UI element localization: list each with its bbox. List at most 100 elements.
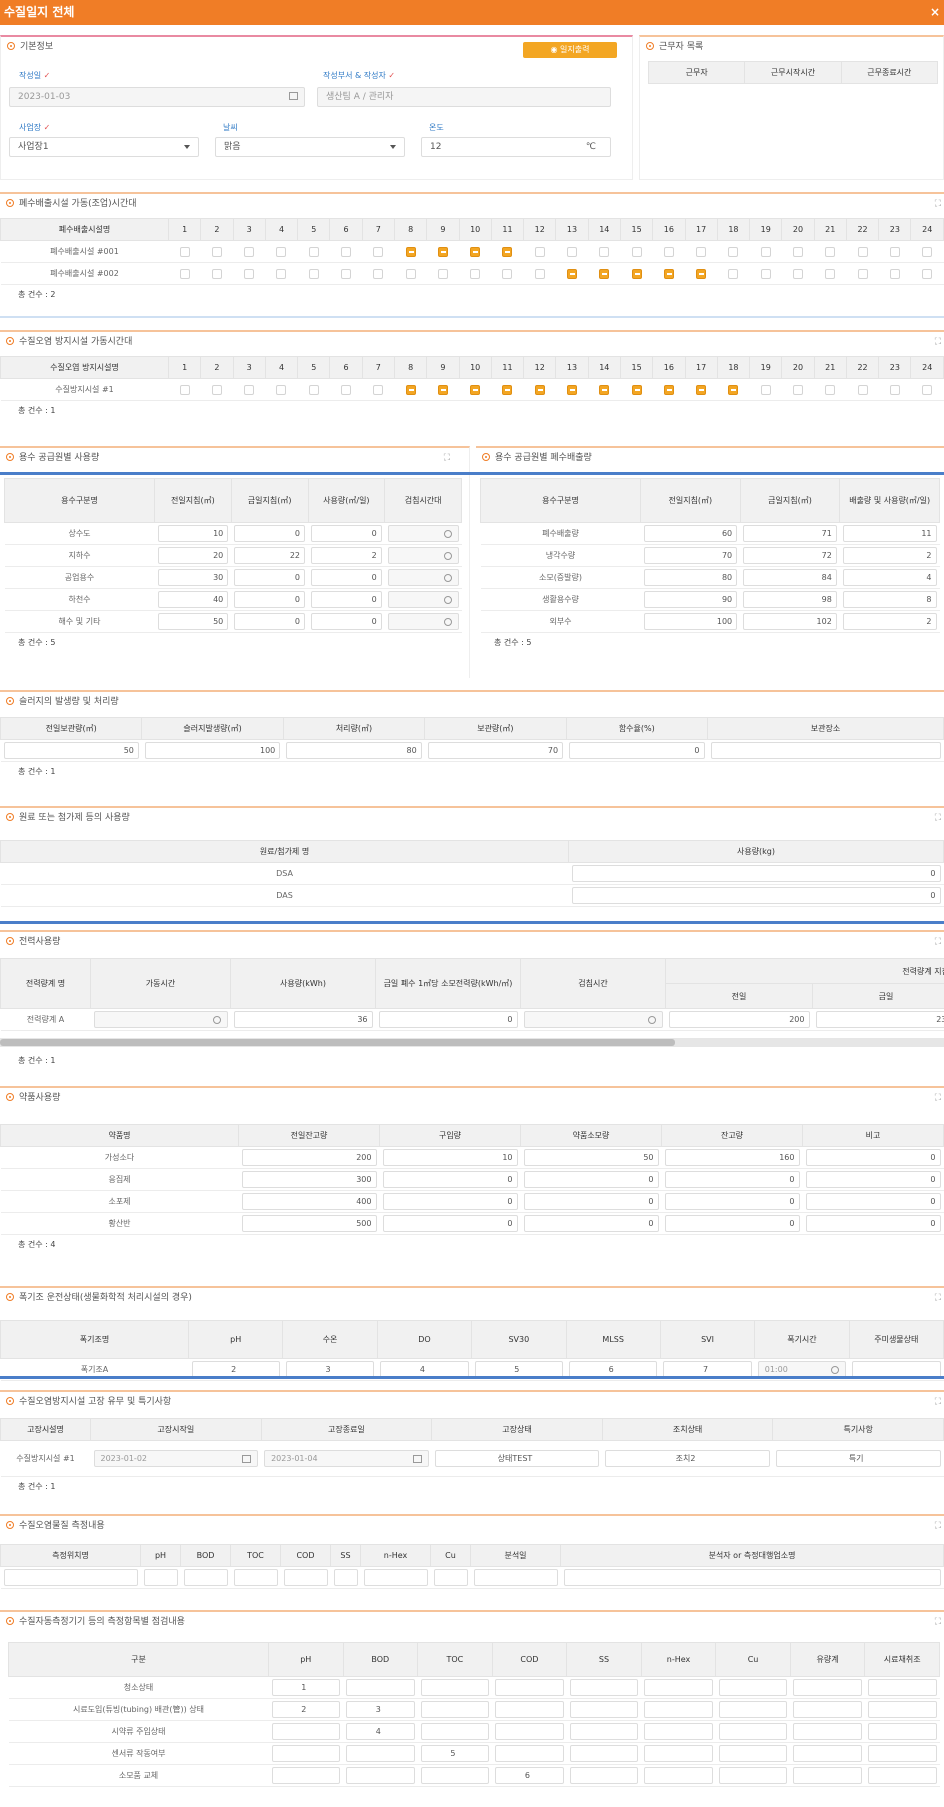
hour-checkbox[interactable] — [276, 268, 287, 279]
value-input[interactable]: 2 — [842, 547, 937, 564]
value-input[interactable] — [473, 1569, 558, 1586]
calendar-icon[interactable] — [412, 1455, 422, 1463]
value-input[interactable] — [718, 1745, 788, 1762]
value-input[interactable] — [346, 1745, 415, 1762]
value-input[interactable] — [569, 1767, 639, 1784]
hour-checkbox[interactable] — [308, 246, 319, 257]
value-input[interactable]: 50 — [523, 1149, 659, 1166]
hour-checkbox[interactable] — [437, 246, 448, 257]
hour-checkbox[interactable] — [889, 246, 900, 257]
date-input[interactable]: 2023-01-04 — [264, 1450, 429, 1467]
value-input[interactable]: 10 — [157, 525, 229, 542]
value-input[interactable]: 4 — [346, 1723, 415, 1740]
time-input[interactable] — [387, 613, 459, 630]
value-input[interactable]: 20 — [157, 547, 229, 564]
expand-icon[interactable]: ⛶ — [935, 1392, 941, 1412]
value-input[interactable] — [718, 1701, 788, 1718]
value-input[interactable]: 70 — [427, 742, 564, 759]
value-input[interactable]: 90 — [643, 591, 738, 608]
value-input[interactable]: 80 — [286, 742, 422, 759]
value-input[interactable]: 0 — [234, 613, 305, 630]
hour-checkbox[interactable] — [276, 384, 287, 395]
value-input[interactable]: 0 — [664, 1215, 800, 1232]
hour-checkbox[interactable] — [825, 246, 836, 257]
value-input[interactable]: 8 — [842, 591, 937, 608]
hour-checkbox[interactable] — [889, 384, 900, 395]
hour-checkbox[interactable] — [405, 384, 416, 395]
hour-checkbox[interactable] — [631, 246, 642, 257]
hour-checkbox[interactable] — [728, 268, 739, 279]
value-input[interactable]: 0 — [234, 569, 305, 586]
value-input[interactable]: 0 — [664, 1193, 800, 1210]
hour-checkbox[interactable] — [437, 384, 448, 395]
hour-checkbox[interactable] — [792, 246, 803, 257]
value-input[interactable] — [271, 1767, 341, 1784]
value-input[interactable] — [420, 1723, 490, 1740]
value-input[interactable] — [793, 1723, 862, 1740]
hour-checkbox[interactable] — [696, 268, 707, 279]
value-input[interactable] — [563, 1569, 941, 1586]
clock-icon[interactable] — [831, 1366, 840, 1374]
value-input[interactable]: 0 — [311, 613, 382, 630]
hour-checkbox[interactable] — [211, 384, 222, 395]
time-input[interactable] — [387, 591, 459, 608]
value-input[interactable]: 2 — [842, 613, 937, 630]
hour-checkbox[interactable] — [857, 268, 868, 279]
date-input[interactable]: 2023-01-03 — [9, 87, 305, 107]
hour-checkbox[interactable] — [696, 246, 707, 257]
value-input[interactable] — [495, 1745, 564, 1762]
hour-checkbox[interactable] — [663, 268, 674, 279]
hour-checkbox[interactable] — [663, 384, 674, 395]
value-input[interactable]: 102 — [743, 613, 837, 630]
value-input[interactable]: 0 — [311, 525, 382, 542]
calendar-icon[interactable] — [242, 1455, 252, 1463]
value-input[interactable]: 2 — [271, 1701, 341, 1718]
hour-checkbox[interactable] — [244, 246, 255, 257]
value-input[interactable]: 0 — [234, 591, 305, 608]
value-input[interactable] — [718, 1767, 788, 1784]
value-input[interactable]: 80 — [643, 569, 738, 586]
value-input[interactable] — [363, 1569, 428, 1586]
hour-checkbox[interactable] — [663, 246, 674, 257]
expand-icon[interactable]: ⛶ — [935, 1088, 941, 1108]
value-input[interactable]: 400 — [241, 1193, 377, 1210]
hour-checkbox[interactable] — [179, 246, 190, 257]
value-input[interactable]: 6 — [495, 1767, 564, 1784]
hour-checkbox[interactable] — [728, 246, 739, 257]
hour-checkbox[interactable] — [534, 268, 545, 279]
value-input[interactable] — [233, 1569, 278, 1586]
hour-checkbox[interactable] — [825, 268, 836, 279]
hour-checkbox[interactable] — [211, 246, 222, 257]
value-input[interactable] — [569, 1701, 639, 1718]
value-input[interactable] — [495, 1679, 564, 1696]
value-input[interactable]: 0 — [805, 1215, 941, 1232]
hour-checkbox[interactable] — [599, 246, 610, 257]
hour-checkbox[interactable] — [760, 384, 771, 395]
value-input[interactable] — [283, 1569, 328, 1586]
clock-icon[interactable] — [443, 530, 452, 538]
hour-checkbox[interactable] — [179, 268, 190, 279]
hour-checkbox[interactable] — [276, 246, 287, 257]
hour-checkbox[interactable] — [922, 246, 933, 257]
value-input[interactable]: 72 — [743, 547, 837, 564]
hour-checkbox[interactable] — [857, 246, 868, 257]
value-input[interactable]: 22 — [234, 547, 305, 564]
hour-checkbox[interactable] — [341, 268, 352, 279]
expand-icon[interactable]: ⛶ — [935, 808, 941, 828]
value-input[interactable]: 100 — [144, 742, 281, 759]
hour-checkbox[interactable] — [470, 384, 481, 395]
value-input[interactable]: 0 — [382, 1215, 518, 1232]
value-input[interactable]: 0 — [234, 525, 305, 542]
hour-checkbox[interactable] — [889, 268, 900, 279]
hour-checkbox[interactable] — [244, 384, 255, 395]
value-input[interactable] — [793, 1701, 862, 1718]
value-input[interactable] — [644, 1679, 713, 1696]
hour-checkbox[interactable] — [534, 384, 545, 395]
time-input[interactable] — [387, 547, 459, 564]
value-input[interactable]: 3 — [346, 1701, 415, 1718]
hour-checkbox[interactable] — [631, 268, 642, 279]
value-input[interactable]: 100 — [643, 613, 738, 630]
value-input[interactable] — [420, 1767, 490, 1784]
value-input[interactable] — [867, 1679, 937, 1696]
value-input[interactable]: 60 — [643, 525, 738, 542]
